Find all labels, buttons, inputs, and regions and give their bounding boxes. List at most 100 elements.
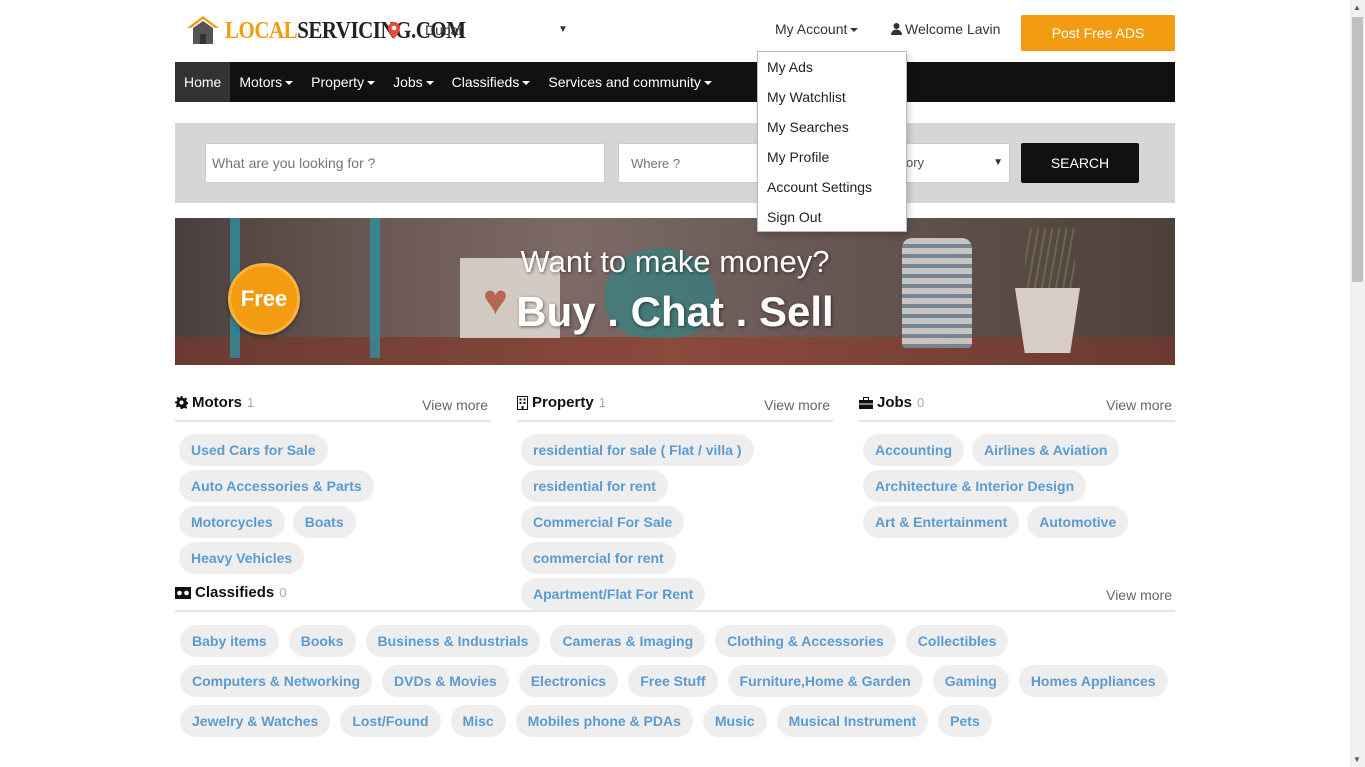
- classifieds-count: 0: [279, 585, 287, 600]
- welcome-user[interactable]: Welcome Lavin: [891, 21, 1000, 37]
- classifieds-section: Classifieds 0 View more Baby items Books …: [175, 584, 1175, 745]
- caret-down-icon: [522, 81, 531, 86]
- menu-item-my-watchlist[interactable]: My Watchlist: [758, 82, 906, 112]
- menu-item-sign-out[interactable]: Sign Out: [758, 202, 906, 232]
- tag-musical-instrument[interactable]: Musical Instrument: [776, 705, 929, 737]
- motors-tags: Used Cars for Sale Auto Accessories & Pa…: [175, 422, 491, 578]
- tag-accounting[interactable]: Accounting: [863, 434, 964, 466]
- main-nav: Home Motors Property Jobs Classifieds Se…: [175, 62, 1175, 102]
- nav-motors-label: Motors: [239, 74, 283, 90]
- tag-furniture-home-garden[interactable]: Furniture,Home & Garden: [727, 665, 923, 697]
- tag-jewelry-watches[interactable]: Jewelry & Watches: [180, 705, 331, 737]
- tag-airlines-aviation[interactable]: Airlines & Aviation: [972, 434, 1120, 466]
- scroll-up-arrow-icon[interactable]: ▲: [1353, 3, 1361, 12]
- search-what-input[interactable]: [205, 143, 605, 183]
- house-logo-icon: [185, 14, 221, 46]
- account-dropdown-menu: My Ads My Watchlist My Searches My Profi…: [757, 51, 907, 232]
- search-button[interactable]: SEARCH: [1021, 143, 1139, 183]
- menu-item-my-profile[interactable]: My Profile: [758, 142, 906, 172]
- property-title: Property 1: [517, 394, 606, 411]
- tag-art-entertainment[interactable]: Art & Entertainment: [863, 506, 1020, 538]
- promo-banner: ♥ Free Want to make money? Buy . Chat . …: [175, 218, 1175, 365]
- gear-icon: [175, 396, 188, 409]
- caret-down-icon: [367, 81, 376, 86]
- tag-auto-accessories[interactable]: Auto Accessories & Parts: [179, 470, 374, 502]
- tag-used-cars[interactable]: Used Cars for Sale: [179, 434, 328, 466]
- nav-property-label: Property: [311, 74, 365, 90]
- nav-motors[interactable]: Motors: [230, 62, 302, 102]
- tag-music[interactable]: Music: [702, 705, 767, 737]
- tag-misc[interactable]: Misc: [450, 705, 506, 737]
- city-select[interactable]: Dubai: [425, 22, 565, 38]
- motors-header: Motors 1 View more: [175, 394, 491, 422]
- tag-homes-appliances[interactable]: Homes Appliances: [1018, 665, 1168, 697]
- nav-property[interactable]: Property: [302, 62, 384, 102]
- property-section: Property 1 View more residential for sale…: [517, 394, 833, 614]
- page-scrollbar[interactable]: ▲ ▼: [1350, 0, 1365, 767]
- tag-mobiles-phones-pdas[interactable]: Mobiles phone & PDAs: [515, 705, 693, 737]
- nav-classifieds[interactable]: Classifieds: [443, 62, 540, 102]
- tag-free-stuff[interactable]: Free Stuff: [628, 665, 718, 697]
- menu-item-account-settings[interactable]: Account Settings: [758, 172, 906, 202]
- post-free-ads-button[interactable]: Post Free ADS: [1021, 15, 1175, 51]
- jobs-count: 0: [917, 395, 925, 410]
- nav-home-label: Home: [184, 74, 222, 90]
- tag-commercial-for-rent[interactable]: commercial for rent: [521, 542, 676, 574]
- scrollbar-thumb[interactable]: [1352, 17, 1363, 282]
- property-view-more-link[interactable]: View more: [764, 397, 830, 413]
- tag-residential-for-rent[interactable]: residential for rent: [521, 470, 668, 502]
- welcome-text: Welcome Lavin: [905, 21, 1001, 37]
- caret-down-icon: [703, 81, 712, 86]
- classifieds-tags: Baby items Books Business & Industrials …: [175, 612, 1175, 745]
- site-logo[interactable]: LOCALSERVICING.COM: [185, 14, 466, 46]
- jobs-title: Jobs 0: [859, 394, 924, 411]
- banner-tagline: Buy . Chat . Sell: [516, 288, 834, 335]
- tag-dvds-movies[interactable]: DVDs & Movies: [382, 665, 509, 697]
- tag-automotive[interactable]: Automotive: [1027, 506, 1129, 538]
- menu-item-my-searches[interactable]: My Searches: [758, 112, 906, 142]
- tag-books[interactable]: Books: [288, 625, 356, 657]
- nav-jobs[interactable]: Jobs: [384, 62, 443, 102]
- menu-item-my-ads[interactable]: My Ads: [758, 52, 906, 82]
- search-where-input[interactable]: [618, 143, 778, 183]
- city-select-arrow-icon[interactable]: ▼: [558, 24, 568, 35]
- tag-clothing-accessories[interactable]: Clothing & Accessories: [715, 625, 896, 657]
- select-arrow-icon: ▼: [993, 157, 1003, 168]
- header: LOCALSERVICING.COM Dubai ▼ My Account We…: [175, 0, 1175, 60]
- motors-section: Motors 1 View more Used Cars for Sale Aut…: [175, 394, 491, 578]
- user-icon: [891, 23, 902, 35]
- tag-lost-found[interactable]: Lost/Found: [340, 705, 441, 737]
- nav-jobs-label: Jobs: [393, 74, 423, 90]
- tag-motorcycles[interactable]: Motorcycles: [179, 506, 285, 538]
- classifieds-view-more-link[interactable]: View more: [1106, 587, 1172, 603]
- tape-icon: [175, 586, 191, 599]
- tag-cameras-imaging[interactable]: Cameras & Imaging: [550, 625, 706, 657]
- tag-business-industrials[interactable]: Business & Industrials: [365, 625, 541, 657]
- classifieds-header: Classifieds 0 View more: [175, 584, 1175, 612]
- tag-baby-items[interactable]: Baby items: [180, 625, 279, 657]
- property-title-text: Property: [532, 394, 594, 411]
- tag-gaming[interactable]: Gaming: [932, 665, 1009, 697]
- scroll-down-arrow-icon[interactable]: ▼: [1353, 755, 1361, 764]
- nav-services-label: Services and community: [548, 74, 701, 90]
- tag-residential-for-sale[interactable]: residential for sale ( Flat / villa ): [521, 434, 754, 466]
- tag-architecture-interior[interactable]: Architecture & Interior Design: [863, 470, 1087, 502]
- tag-commercial-for-sale[interactable]: Commercial For Sale: [521, 506, 685, 538]
- tag-boats[interactable]: Boats: [292, 506, 356, 538]
- location-pin-icon: [388, 22, 400, 42]
- motors-title: Motors 1: [175, 394, 254, 411]
- tag-pets[interactable]: Pets: [938, 705, 992, 737]
- classifieds-title-text: Classifieds: [195, 584, 275, 601]
- tag-heavy-vehicles[interactable]: Heavy Vehicles: [179, 542, 305, 574]
- tag-electronics[interactable]: Electronics: [518, 665, 619, 697]
- jobs-title-text: Jobs: [877, 394, 913, 411]
- tag-computers-networking[interactable]: Computers & Networking: [180, 665, 373, 697]
- caret-down-icon: [850, 28, 859, 33]
- my-account-toggle[interactable]: My Account: [775, 21, 859, 37]
- nav-services[interactable]: Services and community: [539, 62, 721, 102]
- briefcase-icon: [859, 396, 873, 409]
- motors-view-more-link[interactable]: View more: [422, 397, 488, 413]
- tag-collectibles[interactable]: Collectibles: [905, 625, 1009, 657]
- nav-home[interactable]: Home: [175, 62, 231, 102]
- jobs-view-more-link[interactable]: View more: [1106, 397, 1172, 413]
